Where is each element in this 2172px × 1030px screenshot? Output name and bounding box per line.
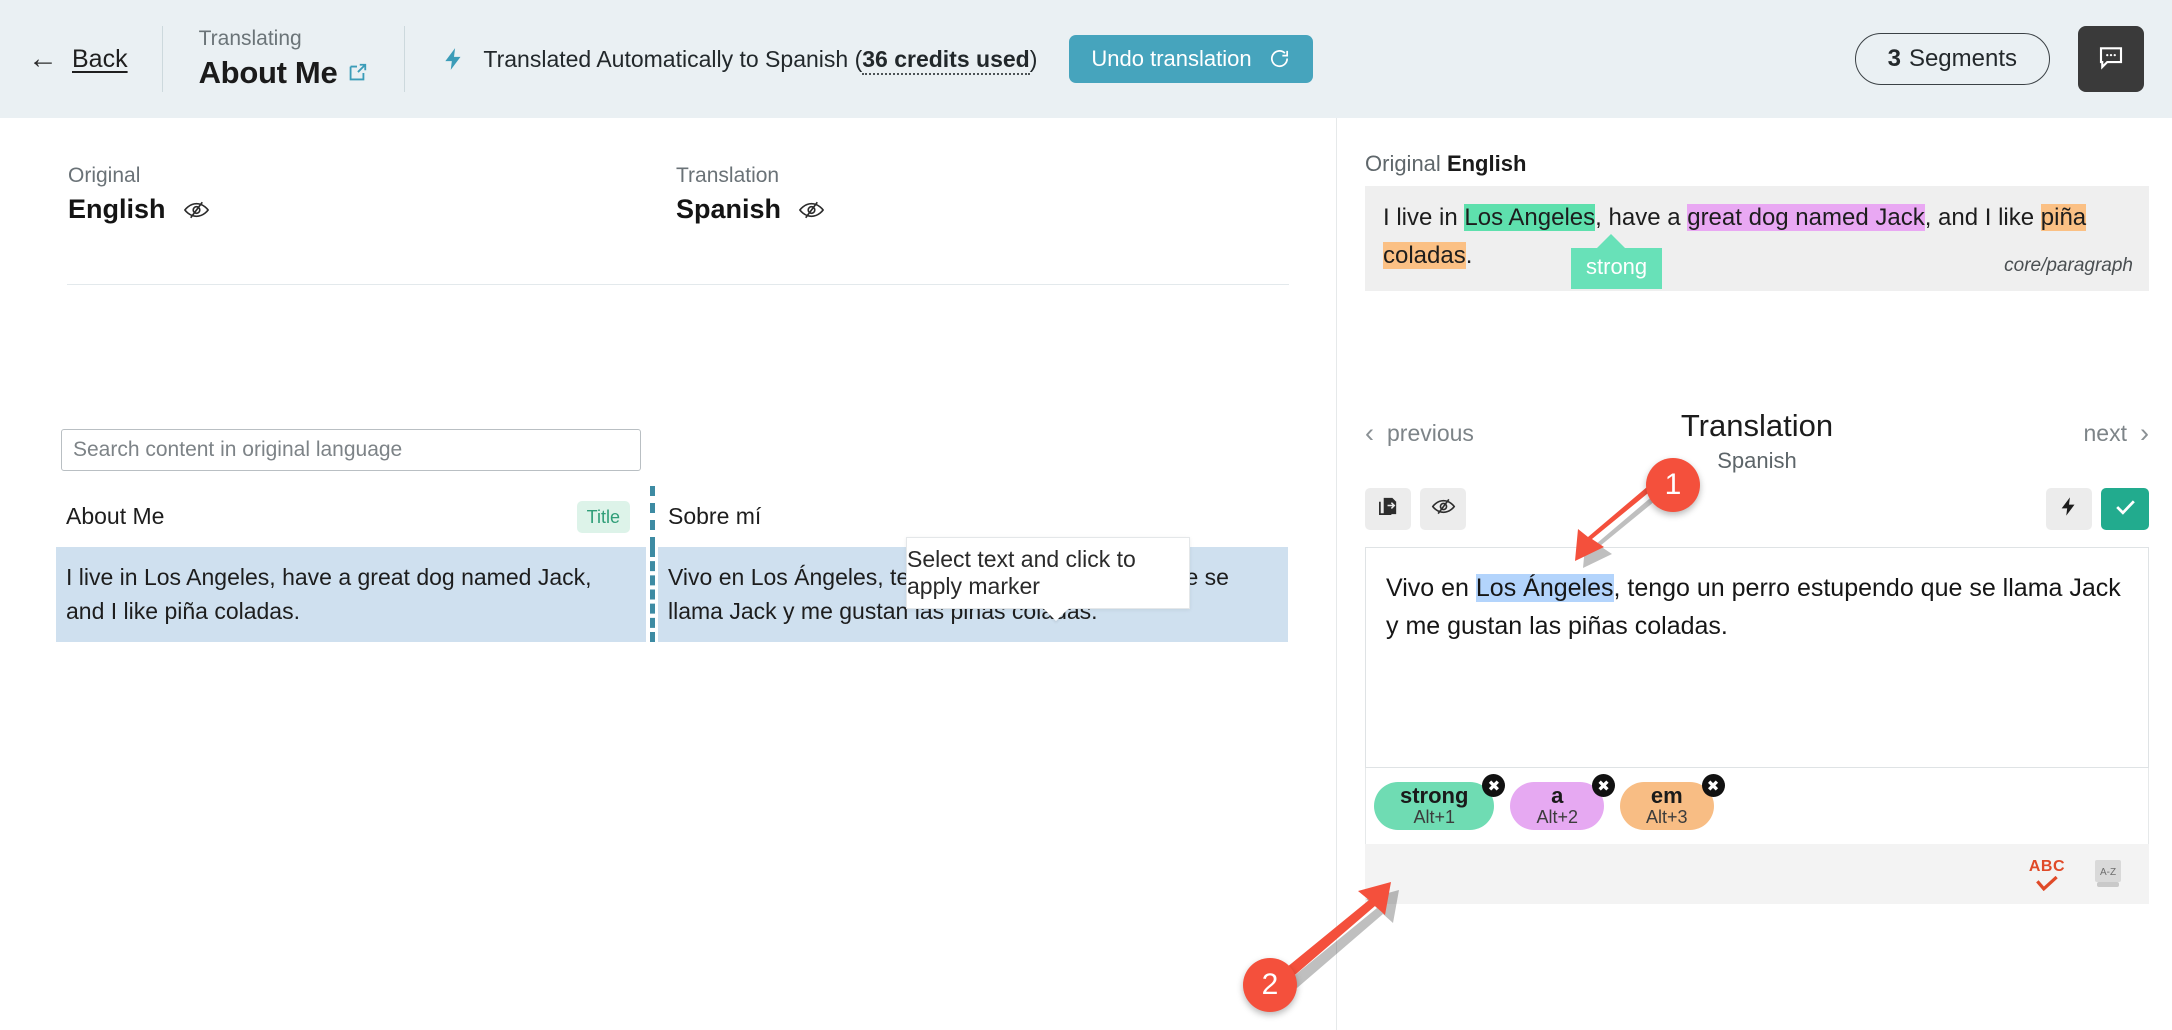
editor-panel: Original English I live in Los Angeles, …: [906, 118, 2172, 1030]
status-text: Translated Automatically to Spanish (36 …: [483, 45, 1038, 75]
source-part-2: , have a: [1595, 204, 1688, 231]
editor-left-tools: [1365, 488, 1466, 530]
marker-name: em: [1650, 783, 1683, 809]
next-label: next: [2083, 420, 2127, 446]
annotation-number: 1: [1664, 468, 1682, 501]
translation-status: Translated Automatically to Spanish (36 …: [405, 35, 1313, 83]
marker-hint-tooltip: Select text and click to apply marker: [906, 537, 1190, 609]
chevron-right-icon: ›: [2140, 418, 2149, 448]
column-divider: [646, 486, 658, 548]
annotation-badge-2: 2: [1243, 958, 1297, 1012]
source-part-0: I live in: [1383, 204, 1465, 231]
translation-editor[interactable]: Vivo en Los Ángeles, tengo un perro estu…: [1365, 547, 2149, 768]
app-root: ← Back Translating About Me Translated A…: [0, 0, 2172, 1030]
header-actions: 3 Segments: [1854, 26, 2172, 92]
svg-text:A-Z: A-Z: [2100, 867, 2116, 878]
marker-shortcut: Alt+1: [1413, 807, 1455, 828]
comment-bubble-icon: [2096, 42, 2126, 77]
app-header: ← Back Translating About Me Translated A…: [0, 0, 2172, 118]
editor-panel-subtitle: Spanish: [1717, 448, 1797, 473]
back-button[interactable]: ← Back: [0, 0, 162, 118]
close-circle-icon[interactable]: ✖: [1591, 774, 1615, 797]
editor-nav: ‹ previous Translation Spanish next ›: [1365, 408, 2149, 478]
original-language-value: English: [1446, 151, 1527, 176]
column-divider: [646, 547, 658, 643]
comment-button[interactable]: [2078, 26, 2144, 92]
copy-source-button[interactable]: [1365, 488, 1411, 530]
annotation-number: 2: [1261, 968, 1279, 1001]
original-language-column: Original English: [68, 164, 676, 225]
title-kicker: Translating: [198, 27, 302, 50]
original-label-text: Original: [1365, 151, 1441, 176]
spellcheck-label: ABC: [2028, 857, 2065, 875]
editor-selected-text[interactable]: Los Ángeles: [1475, 574, 1614, 602]
segments-label: Segments: [1908, 45, 2017, 72]
check-icon: [2113, 494, 2138, 524]
document-title-block: Translating About Me: [163, 27, 405, 91]
page-title: About Me: [198, 55, 338, 90]
spellcheck-icon[interactable]: ABC: [2029, 858, 2065, 891]
confirm-translation-button[interactable]: [2101, 488, 2149, 530]
strong-marker-tooltip: strong: [1571, 234, 1663, 289]
segments-badge[interactable]: 3 Segments: [1854, 33, 2050, 85]
translation-language-column: Translation Spanish: [676, 164, 1284, 225]
status-prefix: Translated Automatically to Spanish (: [483, 45, 863, 72]
eye-off-icon[interactable]: [183, 199, 210, 221]
lightning-bolt-icon: [441, 44, 467, 74]
credits-used-link[interactable]: 36 credits used: [862, 45, 1030, 75]
source-marker-strong[interactable]: Los Angeles: [1464, 204, 1596, 231]
translation-kicker: Translation: [676, 164, 780, 187]
eye-off-icon: [1431, 496, 1456, 522]
segment-source-text: About Me: [66, 503, 165, 529]
marker-name: a: [1551, 783, 1564, 809]
marker-shortcut: Alt+2: [1536, 807, 1578, 828]
close-circle-icon[interactable]: ✖: [1701, 774, 1725, 797]
dictionary-book-icon[interactable]: A-Z: [2093, 859, 2123, 890]
undo-translation-label: Undo translation: [1091, 46, 1252, 71]
table-row[interactable]: I live in Los Angeles, have a great dog …: [56, 547, 646, 643]
copy-to-document-icon: [1377, 495, 1400, 523]
language-headers: Original English Translation Spanish: [0, 118, 1336, 225]
segment-source-text: I live in Los Angeles, have a great dog …: [66, 564, 592, 624]
table-row[interactable]: About Me Title: [56, 486, 646, 547]
original-source-label: Original English: [1365, 151, 1526, 177]
editor-status-bar: ABC A-Z: [1365, 844, 2149, 904]
source-part-4: , and I like: [1924, 204, 2041, 231]
source-text-box[interactable]: I live in Los Angeles, have a great dog …: [1365, 186, 2149, 291]
back-label[interactable]: Back: [72, 45, 128, 74]
annotation-badge-1: 1: [1646, 458, 1700, 512]
hide-translation-button[interactable]: [1420, 488, 1466, 530]
undo-rotate-icon: [1268, 48, 1291, 71]
editor-right-tools: [2046, 488, 2149, 530]
status-badge: Title: [576, 500, 630, 533]
status-suffix: ): [1029, 45, 1038, 72]
source-marker-a[interactable]: great dog named Jack: [1687, 204, 1925, 231]
external-link-icon[interactable]: [346, 62, 368, 84]
search-input[interactable]: [61, 429, 641, 471]
header-rule: [67, 284, 1289, 285]
next-segment-button[interactable]: next ›: [2084, 420, 2149, 447]
marker-hint-text: Select text and click to apply marker: [907, 546, 1136, 599]
marker-chip-a[interactable]: a Alt+2 ✖: [1510, 774, 1615, 830]
original-language-name: English: [68, 194, 166, 224]
source-part-6: .: [1465, 242, 1473, 270]
machine-translate-button[interactable]: [2046, 488, 2092, 530]
segments-count: 3: [1887, 45, 1901, 72]
marker-name: strong: [1400, 783, 1469, 809]
undo-translation-button[interactable]: Undo translation: [1069, 35, 1313, 83]
translation-language-name: Spanish: [676, 194, 782, 224]
original-kicker: Original: [68, 164, 141, 187]
marker-shortcut: Alt+3: [1645, 807, 1688, 828]
close-circle-icon[interactable]: ✖: [1482, 774, 1506, 797]
lightning-bolt-icon: [2058, 494, 2080, 524]
content-type-tag: core/paragraph: [2004, 255, 2133, 277]
marker-chip-strong[interactable]: strong Alt+1 ✖: [1374, 774, 1506, 830]
eye-off-icon[interactable]: [798, 199, 825, 221]
editor-panel-title: Translation: [1680, 408, 1834, 443]
marker-chip-em[interactable]: em Alt+3 ✖: [1619, 774, 1725, 830]
arrow-left-icon: ←: [28, 42, 58, 75]
markers-toolbar: strong Alt+1 ✖ a Alt+2 ✖ em Alt+3 ✖: [1365, 768, 2149, 844]
editor-text-before: Vivo en: [1386, 574, 1476, 602]
